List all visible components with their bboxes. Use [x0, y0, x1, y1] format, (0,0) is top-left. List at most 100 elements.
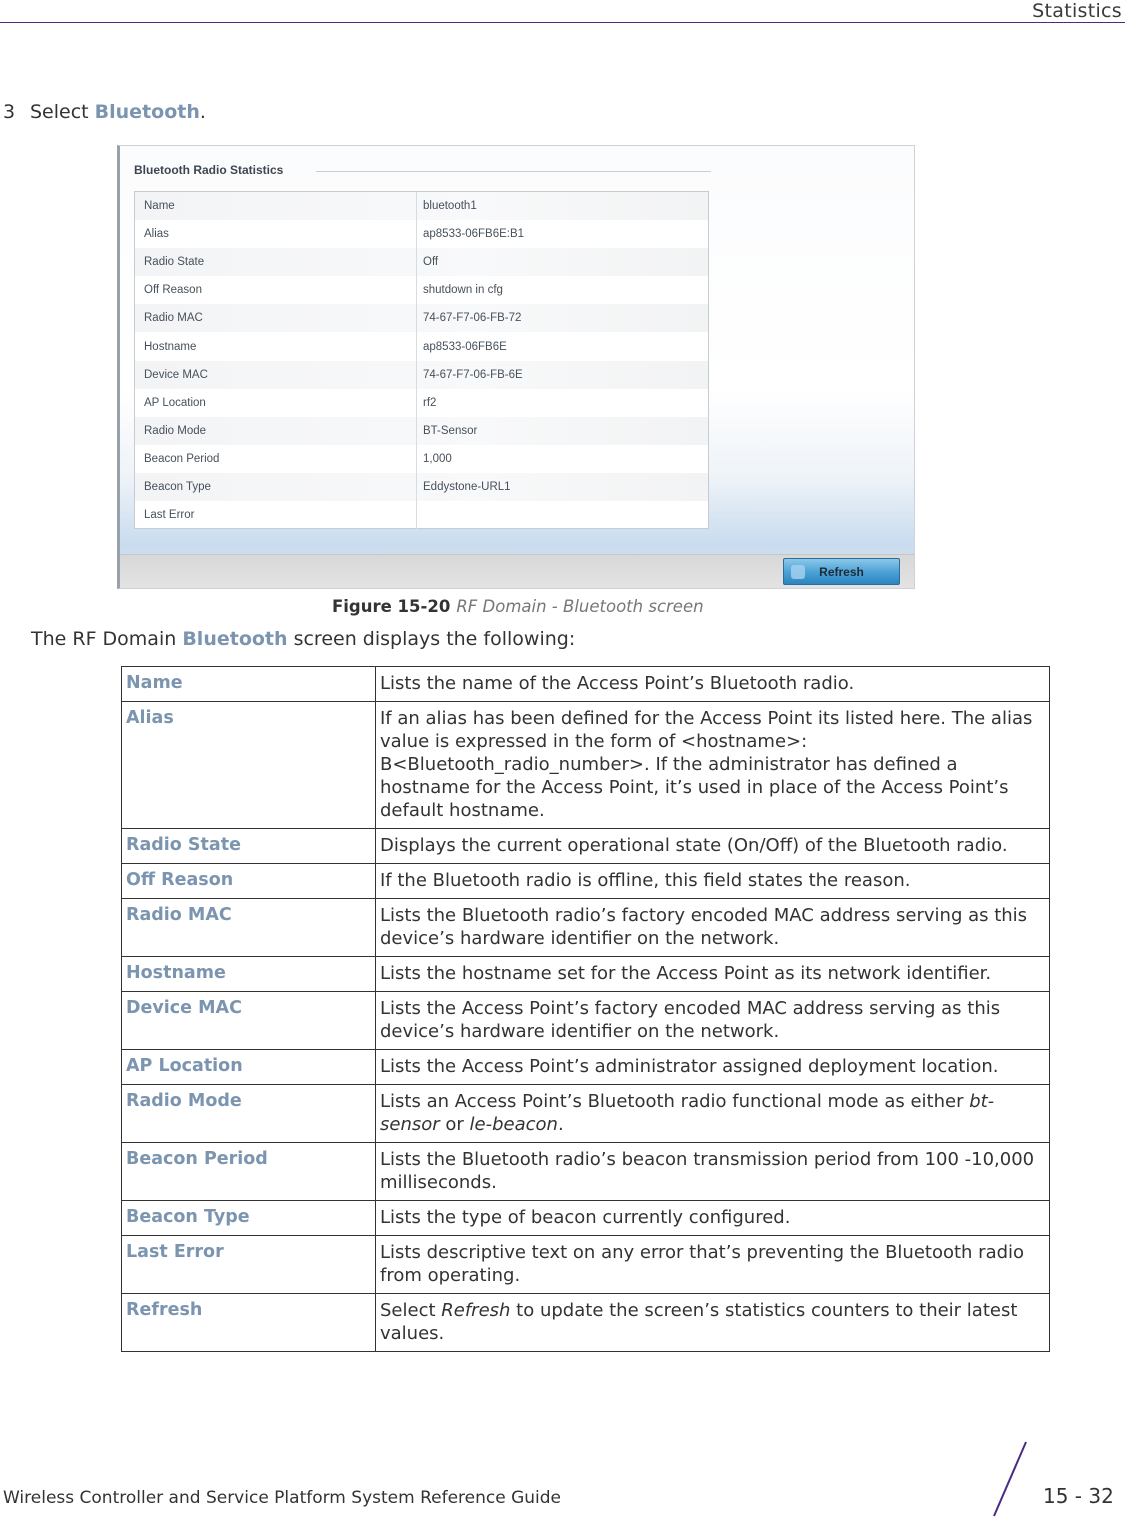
stats-row: Radio State Off — [135, 248, 708, 277]
figure-label: Figure 15-20 — [332, 597, 451, 616]
footer-slash-decoration — [993, 1441, 1027, 1517]
table-row: Refresh Select Refresh to update the scre… — [121, 1293, 1050, 1352]
field-term: Beacon Period — [121, 1142, 376, 1201]
stats-value: 1,000 — [423, 452, 452, 465]
stats-value: 74-67-F7-06-FB-6E — [423, 368, 523, 381]
header-rule — [0, 22, 1125, 23]
step-prefix: Select — [30, 101, 95, 123]
field-term: AP Location — [121, 1049, 376, 1085]
stats-row: Name bluetooth1 — [135, 192, 708, 221]
stats-row: Radio Mode BT-Sensor — [135, 416, 708, 445]
footer-guide-title: Wireless Controller and Service Platform… — [3, 1488, 562, 1508]
figure-caption: Figure 15-20 RF Domain - Bluetooth screen — [332, 597, 704, 616]
stats-row: AP Location rf2 — [135, 388, 708, 417]
stats-value: bluetooth1 — [423, 200, 477, 213]
table-row: Device MAC Lists the Access Point’s facto… — [121, 991, 1050, 1050]
table-row: Hostname Lists the hostname set for the A… — [121, 956, 1050, 992]
field-term: Off Reason — [121, 863, 376, 899]
stats-row: Beacon Type Eddystone-URL1 — [135, 472, 708, 502]
field-definition: Lists the type of beacon currently confi… — [375, 1200, 1050, 1236]
stats-key: Off Reason — [135, 276, 417, 305]
field-definition: Lists the hostname set for the Access Po… — [375, 956, 1050, 992]
field-term: Device MAC — [121, 991, 376, 1050]
field-definition: If the Bluetooth radio is offline, this … — [375, 863, 1050, 899]
step-instruction: 3 Select Bluetooth. — [3, 101, 206, 123]
stats-key: Device MAC — [135, 360, 417, 389]
field-term: Alias — [121, 701, 376, 829]
stats-key: Beacon Type — [135, 472, 417, 502]
stats-value: BT-Sensor — [423, 424, 478, 437]
intro-text: The RF Domain Bluetooth screen displays … — [31, 628, 575, 650]
def-text: or — [439, 1114, 470, 1135]
step-target: Bluetooth — [94, 101, 200, 123]
stats-table: Name bluetooth1 Alias ap8533-06FB6E:B1 Rad… — [134, 191, 709, 530]
stats-key: Hostname — [135, 332, 417, 361]
field-term: Beacon Type — [121, 1200, 376, 1236]
field-definition: Lists the name of the Access Point’s Blu… — [375, 666, 1050, 702]
running-header: Statistics — [1032, 0, 1122, 22]
field-definition: Displays the current operational state (… — [375, 828, 1050, 864]
stats-value: Off — [423, 256, 439, 269]
field-term: Radio MAC — [121, 898, 376, 957]
stats-row: Alias ap8533-06FB6E:B1 — [135, 220, 708, 249]
stats-row: Radio MAC 74-67-F7-06-FB-72 — [135, 304, 708, 333]
field-term: Radio State — [121, 828, 376, 864]
stats-row: Hostname ap8533-06FB6E — [135, 332, 708, 361]
refresh-label: Refresh — [819, 564, 864, 579]
table-row: Radio State Displays the current operatio… — [121, 828, 1050, 864]
stats-value: ap8533-06FB6E:B1 — [423, 228, 525, 241]
stats-key: Name — [135, 192, 417, 221]
refresh-button[interactable]: Refresh — [783, 558, 900, 585]
stats-key: AP Location — [135, 388, 417, 417]
table-row: Radio Mode Lists an Access Point’s Blueto… — [121, 1084, 1050, 1143]
field-term: Hostname — [121, 956, 376, 992]
stats-value: shutdown in cfg — [423, 284, 503, 297]
def-emphasis: le-beacon — [469, 1114, 558, 1135]
table-row: Beacon Period Lists the Bluetooth radio’s… — [121, 1142, 1050, 1201]
field-definition: Lists the Access Point’s factory encoded… — [375, 991, 1050, 1050]
stats-key: Beacon Period — [135, 444, 417, 473]
table-row: Alias If an alias has been defined for th… — [121, 701, 1050, 829]
table-row: Last Error Lists descriptive text on any … — [121, 1235, 1050, 1294]
stats-row: Off Reason shutdown in cfg — [135, 276, 708, 305]
panel-divider — [316, 171, 711, 172]
stats-value: ap8533-06FB6E — [423, 340, 507, 353]
intro-suffix: screen displays the following: — [287, 628, 576, 650]
field-definition: Lists the Bluetooth radio’s beacon trans… — [375, 1142, 1050, 1201]
button-bar: Refresh — [120, 554, 914, 588]
field-definition: If an alias has been defined for the Acc… — [375, 701, 1050, 829]
def-text: . — [557, 1114, 564, 1135]
stats-key: Radio Mode — [135, 416, 417, 445]
stats-row: Beacon Period 1,000 — [135, 444, 708, 473]
field-definition: Lists an Access Point’s Bluetooth radio … — [375, 1084, 1050, 1143]
refresh-icon — [791, 565, 805, 579]
stats-row: Device MAC 74-67-F7-06-FB-6E — [135, 360, 708, 389]
field-term: Last Error — [121, 1235, 376, 1294]
stats-key: Radio State — [135, 248, 417, 277]
field-definition: Lists descriptive text on any error that… — [375, 1235, 1050, 1294]
field-term: Refresh — [121, 1293, 376, 1352]
step-number: 3 — [3, 101, 16, 123]
table-row: Beacon Type Lists the type of beacon curr… — [121, 1200, 1050, 1236]
table-row: AP Location Lists the Access Point’s admi… — [121, 1049, 1050, 1085]
stats-key: Radio MAC — [135, 304, 417, 333]
field-definition: Lists the Bluetooth radio’s factory enco… — [375, 898, 1050, 957]
def-emphasis: Refresh — [441, 1300, 511, 1321]
field-term: Name — [121, 666, 376, 702]
stats-key: Alias — [135, 220, 417, 249]
stats-key: Last Error — [135, 501, 417, 530]
stats-value: Eddystone-URL1 — [423, 480, 511, 493]
panel-title: Bluetooth Radio Statistics — [134, 163, 284, 177]
def-text: Lists an Access Point’s Bluetooth radio … — [380, 1091, 970, 1112]
page-number: 15 - 32 — [1043, 1484, 1114, 1508]
bluetooth-screenshot: Bluetooth Radio Statistics Name bluetooth… — [117, 145, 915, 589]
table-row: Name Lists the name of the Access Point’s… — [121, 666, 1050, 702]
def-text: Select — [380, 1300, 442, 1321]
intro-target: Bluetooth — [182, 628, 288, 650]
field-description-table: Name Lists the name of the Access Point’s… — [121, 666, 1050, 1352]
step-suffix: . — [199, 101, 206, 123]
field-definition: Select Refresh to update the screen’s st… — [375, 1293, 1050, 1352]
stats-value: 74-67-F7-06-FB-72 — [423, 312, 522, 325]
table-row: Off Reason If the Bluetooth radio is offl… — [121, 863, 1050, 899]
stats-row: Last Error — [135, 501, 708, 530]
